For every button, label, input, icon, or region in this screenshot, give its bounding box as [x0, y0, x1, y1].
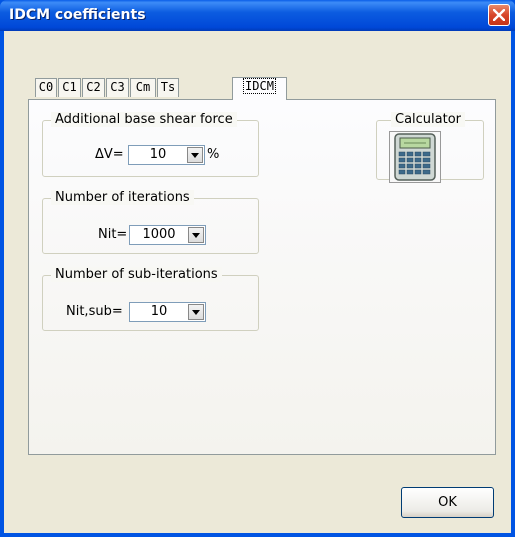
title-bar[interactable]: IDCM coefficients — [0, 0, 515, 31]
delta-v-combobox[interactable]: 10 — [128, 145, 205, 165]
nit-label: Nit= — [98, 227, 128, 242]
tab-c3[interactable]: C3 — [106, 78, 129, 97]
nit-sub-value: 10 — [150, 304, 168, 319]
chevron-down-icon — [192, 233, 200, 238]
nit-dropdown-button[interactable] — [188, 227, 204, 243]
tab-cm[interactable]: Cm — [130, 78, 156, 97]
tab-c1[interactable]: C1 — [58, 78, 81, 97]
ok-button[interactable]: OK — [401, 487, 494, 518]
tab-c2[interactable]: C2 — [82, 78, 105, 97]
nit-sub-combobox[interactable]: 10 — [129, 302, 206, 322]
nit-sub-label: Nit,sub= — [66, 304, 123, 319]
calculator-button[interactable] — [389, 131, 441, 183]
tab-idcm[interactable]: IDCM — [232, 77, 287, 100]
window-title: IDCM coefficients — [9, 7, 146, 23]
calculator-legend: Calculator — [391, 112, 466, 127]
nit-sub-dropdown-button[interactable] — [188, 304, 204, 320]
tab-idcm-label: IDCM — [243, 78, 276, 94]
delta-v-unit: % — [207, 147, 220, 162]
delta-v-dropdown-button[interactable] — [187, 147, 203, 163]
tab-c0[interactable]: C0 — [35, 78, 57, 97]
delta-v-value: 10 — [149, 147, 167, 162]
base-shear-legend: Additional base shear force — [51, 112, 237, 127]
chevron-down-icon — [191, 153, 199, 158]
close-button[interactable] — [488, 4, 510, 26]
dialog-window: IDCM coefficients C0 C1 C2 C3 Cm Ts IDCM… — [0, 0, 515, 537]
calculator-icon — [394, 133, 436, 181]
delta-v-label: ΔV= — [95, 147, 124, 162]
tab-ts[interactable]: Ts — [157, 78, 179, 97]
nit-value: 1000 — [142, 227, 176, 242]
iterations-legend: Number of iterations — [51, 190, 194, 205]
close-icon — [493, 9, 505, 21]
chevron-down-icon — [192, 310, 200, 315]
nit-combobox[interactable]: 1000 — [129, 225, 206, 245]
sub-iterations-legend: Number of sub-iterations — [51, 267, 222, 282]
